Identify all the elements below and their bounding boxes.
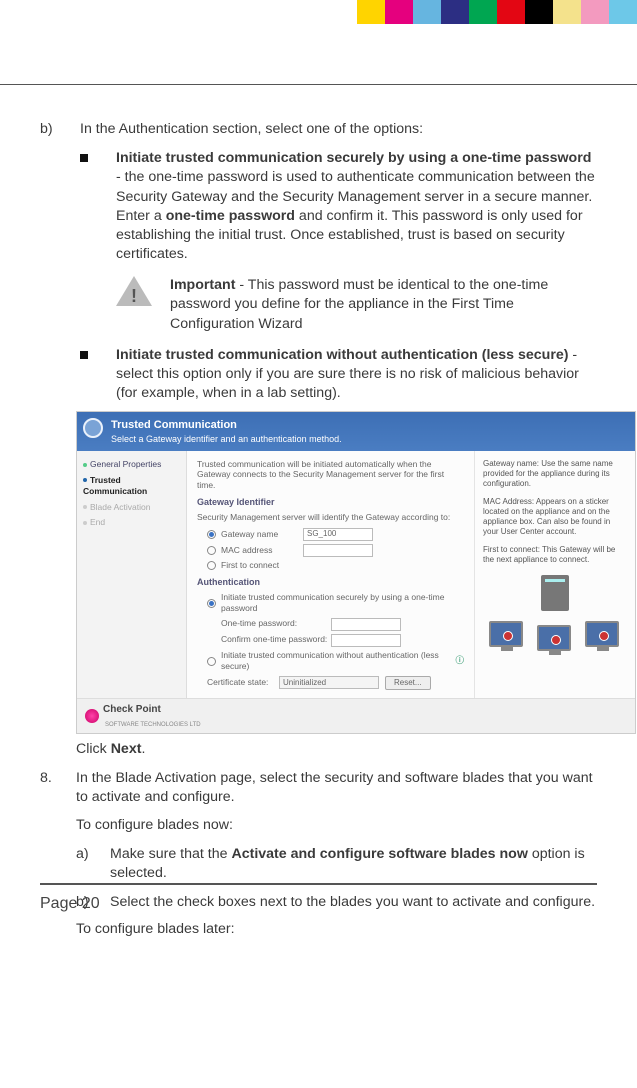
- info-icon[interactable]: ⓘ: [455, 655, 464, 666]
- bullet1-text1: - the one-time password is used to authe…: [116, 169, 595, 204]
- mac-input[interactable]: [303, 544, 373, 557]
- cert-state: Uninitialized: [279, 676, 379, 689]
- screenshot-side: Gateway name: Use the same name provided…: [475, 451, 635, 698]
- radio-label: MAC address: [221, 545, 303, 556]
- footer-sub: SOFTWARE TECHNOLOGIES LTD: [105, 722, 201, 728]
- section1-sub: Security Management server will identify…: [197, 512, 464, 522]
- sub-b-text: Select the check boxes next to the blade…: [110, 893, 595, 912]
- bullet2-title: Initiate trusted communication without a…: [116, 347, 568, 363]
- step-8-sub2: To configure blades later:: [76, 920, 597, 939]
- gear-icon: [83, 418, 103, 438]
- checkpoint-logo-icon: [85, 709, 99, 723]
- radio-gateway-name[interactable]: Gateway name SG_100: [207, 528, 464, 541]
- monitor-icon: [585, 621, 619, 647]
- bottom-rule: [40, 883, 597, 885]
- monitor-icon: [537, 625, 571, 651]
- bullet-icon: [80, 351, 88, 359]
- step-8-sub1: To configure blades now:: [76, 816, 597, 835]
- important-label: Important: [170, 277, 235, 293]
- radio-icon[interactable]: [207, 546, 216, 555]
- radio-secure[interactable]: Initiate trusted communication securely …: [207, 592, 464, 615]
- nav-item-end[interactable]: End: [83, 517, 180, 528]
- page-number: Page 20: [40, 895, 100, 913]
- screenshot-nav: General Properties Trusted Communication…: [77, 451, 187, 698]
- bullet1-body: Initiate trusted communication securely …: [116, 149, 597, 264]
- reset-button[interactable]: Reset...: [385, 676, 431, 691]
- screenshot-footer: Check Point SOFTWARE TECHNOLOGIES LTD: [77, 698, 635, 733]
- bullet1-title: Initiate trusted communication securely …: [116, 150, 591, 166]
- otp-label: One-time password:: [221, 618, 331, 629]
- side-text-3: First to connect: This Gateway will be t…: [483, 545, 627, 565]
- nav-item-trusted[interactable]: Trusted Communication: [83, 475, 180, 498]
- footer-brand: Check Point: [103, 704, 161, 715]
- nav-item-blade[interactable]: Blade Activation: [83, 502, 180, 513]
- sub-a-label: a): [76, 845, 110, 883]
- radio-label: Initiate trusted communication without a…: [221, 650, 452, 673]
- radio-icon[interactable]: [207, 599, 216, 608]
- step-8-number: 8.: [40, 769, 76, 939]
- screenshot-header: Trusted Communication Select a Gateway i…: [77, 412, 635, 451]
- cert-row: Certificate state: Uninitialized Reset..…: [207, 676, 464, 691]
- confirm-otp-field: Confirm one-time password:: [207, 634, 464, 647]
- radio-first-connect[interactable]: First to connect: [207, 560, 464, 571]
- radio-label: Initiate trusted communication securely …: [221, 592, 464, 615]
- bullet1-text2b: one-time password: [166, 208, 295, 224]
- radio-icon[interactable]: [207, 657, 216, 666]
- radio-mac[interactable]: MAC address: [207, 544, 464, 557]
- sub-a-text: Make sure that the Activate and configur…: [110, 845, 597, 883]
- screenshot: Trusted Communication Select a Gateway i…: [76, 411, 636, 734]
- side-text-2: MAC Address: Appears on a sticker locate…: [483, 497, 627, 537]
- cert-label: Certificate state:: [207, 677, 279, 688]
- otp-field: One-time password:: [207, 618, 464, 631]
- section-authentication: Authentication: [197, 576, 464, 588]
- screenshot-subtitle: Select a Gateway identifier and an authe…: [111, 433, 627, 445]
- confirm-otp-input[interactable]: [331, 634, 401, 647]
- important-text: Important - This password must be identi…: [170, 276, 597, 334]
- radio-icon[interactable]: [207, 561, 216, 570]
- radio-icon[interactable]: [207, 530, 216, 539]
- otp-input[interactable]: [331, 618, 401, 631]
- server-icon: [541, 575, 569, 611]
- color-strip: [357, 0, 637, 24]
- bullet-icon: [80, 154, 88, 162]
- network-illustration: [483, 573, 627, 653]
- step-b-label: b): [40, 120, 80, 139]
- monitor-icon: [489, 621, 523, 647]
- click-next: Click Next.: [76, 740, 597, 759]
- step-8-text: In the Blade Activation page, select the…: [76, 769, 597, 807]
- gateway-name-input[interactable]: SG_100: [303, 528, 373, 541]
- side-text-1: Gateway name: Use the same name provided…: [483, 459, 627, 489]
- bullet1-text2a: Enter a: [116, 208, 166, 224]
- radio-insecure[interactable]: Initiate trusted communication without a…: [207, 650, 464, 673]
- top-rule: [0, 84, 637, 85]
- nav-item-general[interactable]: General Properties: [83, 459, 180, 470]
- confirm-otp-label: Confirm one-time password:: [221, 634, 331, 645]
- screenshot-title: Trusted Communication: [111, 418, 627, 433]
- screenshot-main: Trusted communication will be initiated …: [187, 451, 475, 698]
- section-gateway-identifier: Gateway Identifier: [197, 496, 464, 508]
- bullet2-body: Initiate trusted communication without a…: [116, 346, 597, 404]
- step-b-text: In the Authentication section, select on…: [80, 120, 423, 139]
- radio-label: Gateway name: [221, 529, 303, 540]
- main-intro: Trusted communication will be initiated …: [197, 459, 464, 490]
- warning-icon: [116, 276, 152, 308]
- radio-label: First to connect: [221, 560, 279, 571]
